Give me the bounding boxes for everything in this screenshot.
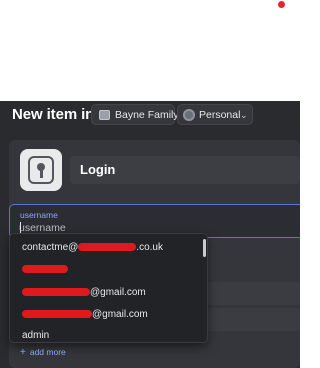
- username-suggestions-dropdown: contactme@ .co.uk @gmail.com @gmail.com a…: [9, 233, 208, 343]
- recording-indicator: [278, 1, 285, 8]
- suggestion-item[interactable]: contactme@ .co.uk: [22, 241, 202, 257]
- account-icon: [183, 109, 195, 121]
- suggestion-item[interactable]: [22, 263, 202, 279]
- item-title-field[interactable]: Login: [70, 156, 300, 184]
- account-selector[interactable]: Personal ⌄: [177, 104, 253, 125]
- suggestion-item[interactable]: @gmail.com: [22, 308, 202, 324]
- add-more-button[interactable]: + add more: [20, 346, 66, 359]
- plus-icon: +: [20, 347, 26, 358]
- screen: New item in Bayne Family Personal ⌄ Logi…: [0, 0, 300, 368]
- redaction-mark: [22, 288, 90, 297]
- account-label: Personal: [199, 109, 241, 121]
- redaction-mark: [22, 265, 68, 274]
- scrollbar[interactable]: [203, 239, 206, 257]
- redaction-mark: [78, 243, 137, 252]
- suggestion-item[interactable]: admin: [22, 329, 202, 345]
- header: New item in Bayne Family Personal ⌄: [0, 101, 300, 129]
- login-key-icon[interactable]: [20, 149, 62, 191]
- redaction-mark: [22, 310, 92, 319]
- vault-icon: [99, 110, 110, 120]
- item-title: Login: [80, 162, 116, 177]
- chevron-down-icon: ⌄: [240, 110, 248, 120]
- add-more-label: add more: [29, 347, 66, 357]
- page-title: New item in: [12, 106, 95, 123]
- suggestion-item[interactable]: @gmail.com: [22, 286, 202, 302]
- vault-label: Bayne Family: [115, 109, 179, 121]
- username-label: username: [20, 210, 58, 220]
- vault-selector[interactable]: Bayne Family: [91, 104, 179, 125]
